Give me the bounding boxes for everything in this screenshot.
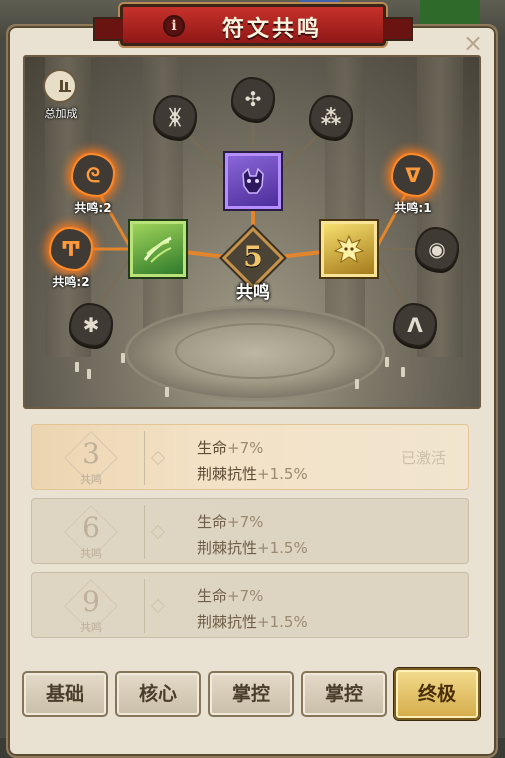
resonance-level-label: 共鸣 (236, 283, 270, 303)
stat-name: 荆棘抗性 (197, 613, 258, 631)
rune-glyph-icon: ✣ (244, 87, 262, 111)
rune-top-left[interactable]: ᛤ (153, 95, 197, 139)
info-icon[interactable]: i (163, 15, 185, 37)
rune-glyph-icon: ᛤ (169, 105, 181, 129)
rune-glyph-icon: ✱ (82, 313, 100, 337)
tab-mastery-2[interactable]: 掌控 (301, 671, 387, 717)
tier-stat-thorn-resist: 荆棘抗性+1.5% (197, 463, 308, 484)
tab-basic[interactable]: 基础 (22, 671, 108, 717)
category-tab-bar: 基础 核心 掌控 掌控 终极 (22, 666, 484, 722)
tier-divider (144, 431, 145, 485)
page-title: 符文共鸣 (221, 17, 322, 42)
stat-value: +1.5% (257, 613, 308, 631)
rune-bottom-right[interactable]: ᐱ (393, 303, 437, 347)
total-bonus-button[interactable]: 总加成 (39, 69, 83, 123)
tier-level-label: 共鸣 (80, 473, 102, 486)
stat-name: 荆棘抗性 (197, 539, 258, 557)
total-bonus-label: 总加成 (44, 107, 78, 120)
rune-mid-right[interactable]: ᐁ 共鸣:1 (391, 153, 435, 215)
rune-glyph-icon: Ͳ (60, 237, 82, 261)
title-banner: i 符文共鸣 (93, 4, 413, 46)
stat-value: +1.5% (257, 539, 308, 557)
rune-card-green[interactable] (130, 221, 186, 277)
resonance-tier-row: 3 共鸣 生命+7% 荆棘抗性+1.5% 已激活 (31, 424, 469, 490)
rune-resonance-label: 共鸣:2 (52, 275, 90, 289)
rune-glyph-icon: ᐁ (405, 163, 421, 187)
rune-lower-right[interactable]: ◉ (415, 227, 459, 271)
golden-spirit-icon (334, 234, 364, 264)
stat-name: 生命 (197, 439, 228, 457)
rune-bottom-left[interactable]: ✱ (69, 303, 113, 347)
stat-value: +1.5% (257, 465, 308, 483)
tab-mastery-1[interactable]: 掌控 (208, 671, 294, 717)
tab-ultimate[interactable]: 终极 (394, 668, 480, 720)
tier-stat-thorn-resist: 荆棘抗性+1.5% (197, 537, 308, 558)
stat-value: +7% (227, 587, 264, 605)
bonus-icon (59, 80, 71, 92)
rune-top-right[interactable]: ⁂ (309, 95, 353, 139)
tier-level-label: 共鸣 (80, 547, 102, 560)
rune-top-center[interactable]: ✣ (231, 77, 275, 121)
tier-divider (144, 579, 145, 633)
rune-card-gold[interactable] (321, 221, 377, 277)
stat-value: +7% (227, 513, 264, 531)
tier-diamond-marker (150, 450, 166, 466)
tier-diamond-marker (150, 598, 166, 614)
tier-stat-hp: 生命+7% (197, 511, 263, 532)
tier-diamond-marker (150, 524, 166, 540)
tier-level-number: 6 (82, 511, 100, 544)
rune-glyph-icon: ◉ (428, 237, 446, 261)
tier-divider (144, 505, 145, 559)
demon-icon (242, 167, 264, 194)
stat-value: +7% (227, 439, 264, 457)
rune-card-purple[interactable] (225, 153, 281, 209)
rune-glyph-icon: ⁂ (320, 105, 342, 129)
rune-glyph-icon: ᐱ (407, 313, 423, 337)
wind-blade-icon (143, 236, 172, 263)
resonance-tier-list[interactable]: 3 共鸣 生命+7% 荆棘抗性+1.5% 已激活 6 共鸣 生命+7% 荆棘抗性… (31, 420, 475, 656)
resonance-tier-row: 6 共鸣 生命+7% 荆棘抗性+1.5% (31, 498, 469, 564)
tab-core[interactable]: 核心 (115, 671, 201, 717)
resonance-tier-row: 9 共鸣 生命+7% 荆棘抗性+1.5% (31, 572, 469, 638)
rune-resonance-label: 共鸣:1 (394, 201, 432, 215)
stat-name: 生命 (197, 587, 228, 605)
bonus-circle (43, 69, 77, 103)
resonance-level-number: 5 (243, 240, 263, 273)
tier-stat-hp: 生命+7% (197, 437, 263, 458)
tier-level-number: 3 (82, 437, 100, 470)
rune-glyph-icon: ᘓ (85, 163, 101, 187)
rune-scene: 总加成 ᛤ ✣ ⁂ ᘓ 共鸣:2 ᐁ 共鸣:1 Ͳ 共鸣:2 ◉ ✱ ᐱ 5 共… (23, 55, 481, 409)
rune-mid-left[interactable]: ᘓ 共鸣:2 (71, 153, 115, 215)
tier-level-label: 共鸣 (80, 621, 102, 634)
close-icon[interactable]: × (462, 31, 484, 55)
tier-stat-thorn-resist: 荆棘抗性+1.5% (197, 611, 308, 632)
rune-resonance-label: 共鸣:2 (74, 201, 112, 215)
stat-name: 生命 (197, 513, 228, 531)
stat-name: 荆棘抗性 (197, 465, 258, 483)
rune-lower-left[interactable]: Ͳ 共鸣:2 (49, 227, 93, 289)
tier-level-number: 9 (82, 585, 100, 618)
tier-stat-hp: 生命+7% (197, 585, 263, 606)
tier-status-activated: 已激活 (400, 449, 446, 467)
